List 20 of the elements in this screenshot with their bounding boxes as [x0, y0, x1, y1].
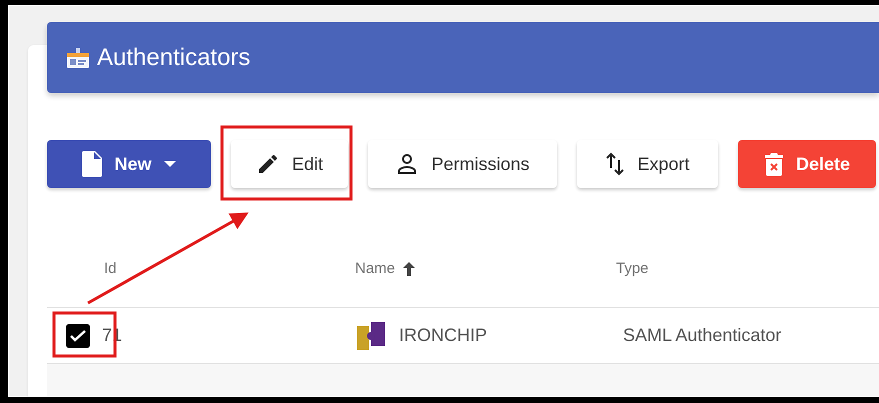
file-icon — [82, 151, 102, 177]
table-cell: IRONCHIP — [399, 325, 488, 346]
permissions-button[interactable]: Permissions — [368, 140, 557, 188]
new-button[interactable]: New — [47, 140, 211, 188]
trash-icon — [764, 152, 784, 176]
edit-button[interactable]: Edit — [231, 140, 348, 188]
checkmark-icon — [70, 330, 86, 342]
logo-icon — [355, 320, 387, 352]
export-button[interactable]: Export — [577, 140, 718, 188]
row-checkbox[interactable] — [66, 324, 90, 348]
column-header[interactable]: Id — [104, 260, 117, 277]
column-header[interactable]: Type — [616, 260, 649, 277]
sort-arrow-icon — [403, 262, 416, 276]
caret-icon — [164, 161, 176, 167]
table-cell: SAML Authenticator — [623, 325, 782, 346]
up-down-arrows-icon — [605, 152, 626, 176]
delete-button[interactable]: Delete — [738, 140, 876, 188]
page-title: Authenticators — [97, 44, 250, 72]
id-badge-icon — [67, 48, 89, 68]
column-header[interactable]: Name — [355, 260, 416, 277]
